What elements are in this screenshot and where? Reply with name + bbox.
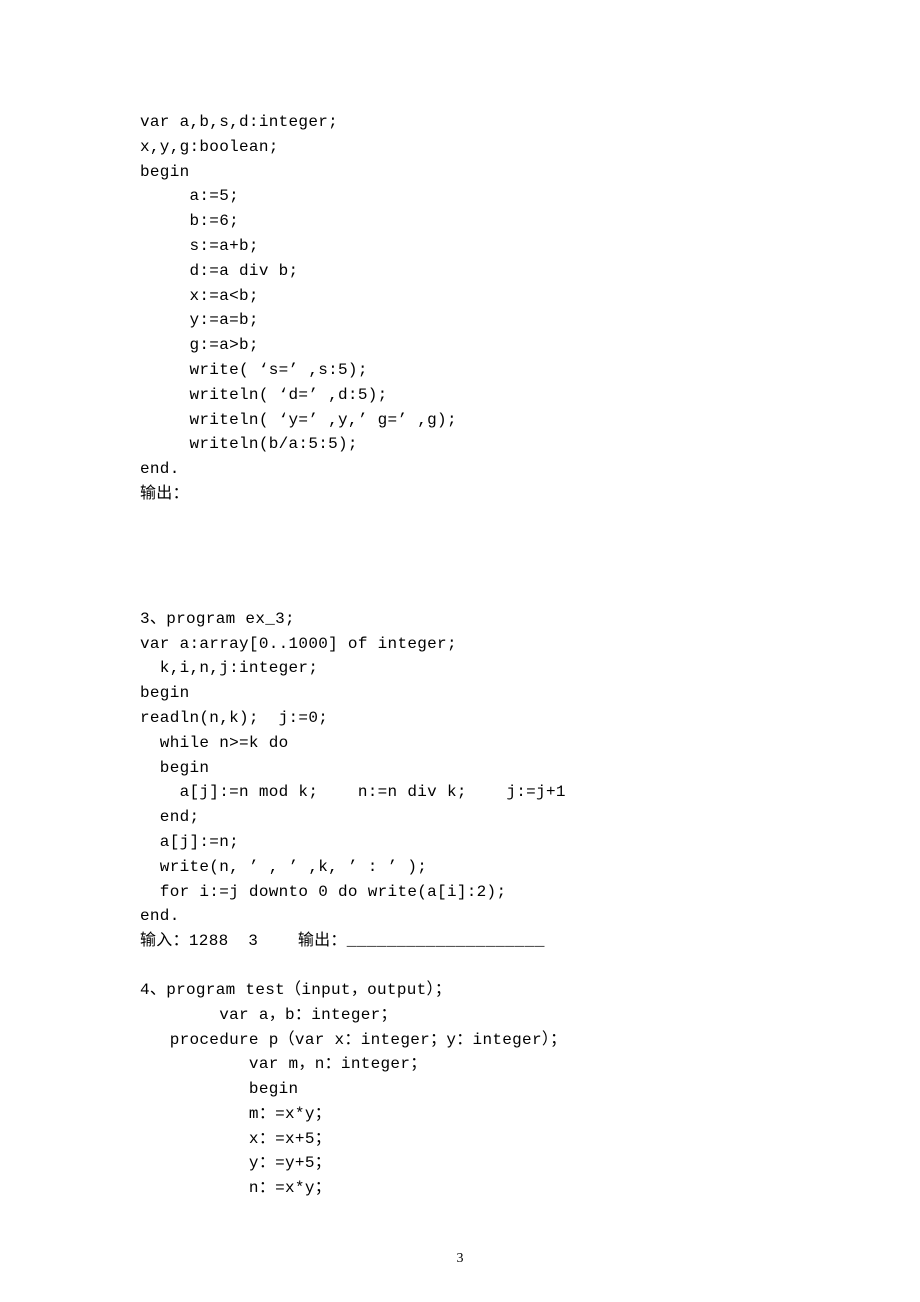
- code-line: y:=a=b;: [140, 308, 790, 333]
- code-line: x,y,g:boolean;: [140, 135, 790, 160]
- code-line: a:=5;: [140, 184, 790, 209]
- code-line: y：=y+5；: [140, 1151, 790, 1176]
- code-line: var a，b：integer；: [140, 1003, 790, 1028]
- code-line: m：=x*y；: [140, 1102, 790, 1127]
- code-line: a[j]:=n mod k; n:=n div k; j:=j+1: [140, 780, 790, 805]
- code-line: writeln( ‘y=’ ,y,’ g=’ ,g);: [140, 408, 790, 433]
- code-line: for i:=j downto 0 do write(a[i]:2);: [140, 880, 790, 905]
- code-line: s:=a+b;: [140, 234, 790, 259]
- code-line: a[j]:=n;: [140, 830, 790, 855]
- code-line: g:=a>b;: [140, 333, 790, 358]
- code-line: writeln( ‘d=’ ,d:5);: [140, 383, 790, 408]
- input-output-line: 输入：1288 3 输出：____________________: [140, 929, 790, 954]
- code-line: n：=x*y；: [140, 1176, 790, 1201]
- code-line: var a:array[0..1000] of integer;: [140, 632, 790, 657]
- code-line: k,i,n,j:integer;: [140, 656, 790, 681]
- code-line: write(n, ’ , ’ ,k, ’ : ’ );: [140, 855, 790, 880]
- spacer: [140, 507, 790, 607]
- spacer: [140, 954, 790, 978]
- code-line: end.: [140, 904, 790, 929]
- code-line: var m，n：integer；: [140, 1052, 790, 1077]
- code-line: x：=x+5；: [140, 1127, 790, 1152]
- code-line: b:=6;: [140, 209, 790, 234]
- code-line: var a,b,s,d:integer;: [140, 110, 790, 135]
- code-line: x:=a<b;: [140, 284, 790, 309]
- code-line: write( ‘s=’ ,s:5);: [140, 358, 790, 383]
- code-line: d:=a div b;: [140, 259, 790, 284]
- output-label: 输出：: [140, 482, 790, 507]
- code-line: procedure p（var x：integer；y：integer）；: [140, 1028, 790, 1053]
- code-line: begin: [140, 160, 790, 185]
- code-line: end.: [140, 457, 790, 482]
- code-line: 3、program ex_3;: [140, 607, 790, 632]
- code-line: begin: [140, 756, 790, 781]
- code-line: writeln(b/a:5:5);: [140, 432, 790, 457]
- code-line: readln(n,k); j:=0;: [140, 706, 790, 731]
- code-line: begin: [140, 681, 790, 706]
- document-page: var a,b,s,d:integer; x,y,g:boolean; begi…: [0, 0, 920, 1302]
- code-line: begin: [140, 1077, 790, 1102]
- code-line: while n>=k do: [140, 731, 790, 756]
- page-number: 3: [0, 1248, 920, 1270]
- code-line: 4、program test（input，output）；: [140, 978, 790, 1003]
- code-line: end;: [140, 805, 790, 830]
